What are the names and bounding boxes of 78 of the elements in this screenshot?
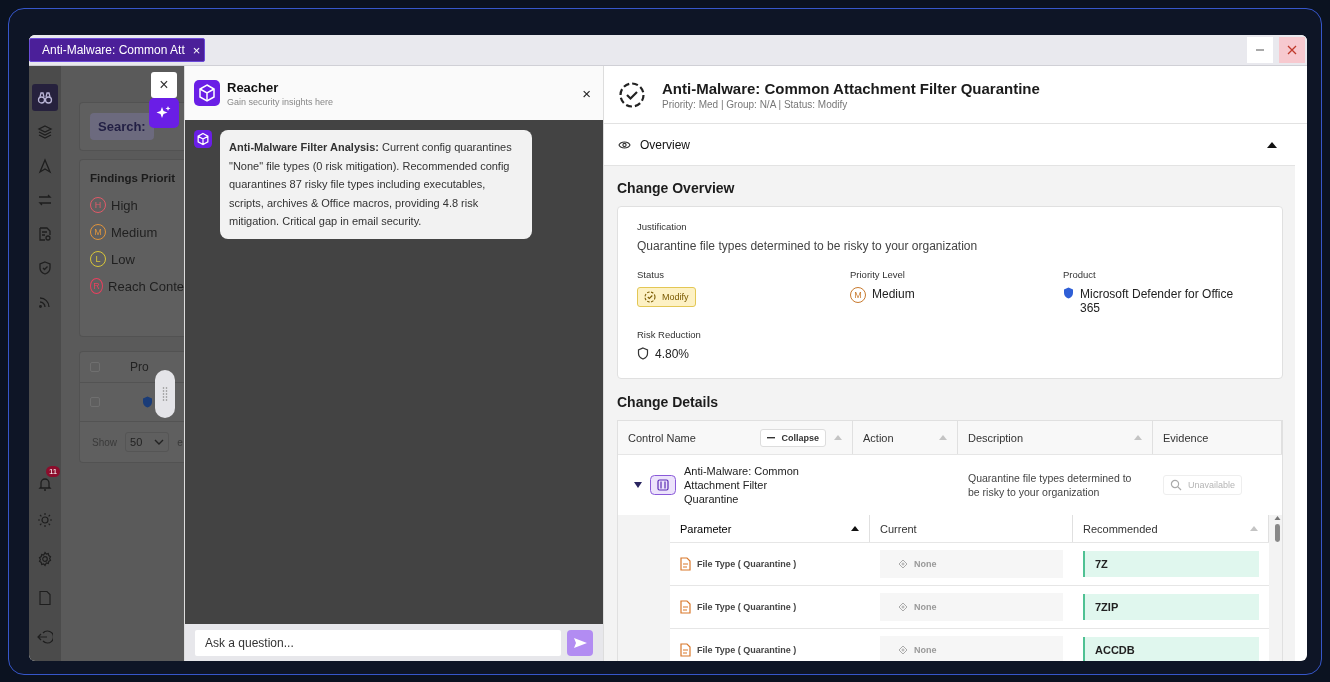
document-icon xyxy=(680,557,691,571)
eye-icon xyxy=(618,139,631,150)
collapse-button[interactable]: Collapse xyxy=(760,428,826,447)
product-value: Microsoft Defender for Office 365 xyxy=(1080,287,1235,315)
search-chip: Search: xyxy=(90,113,154,140)
parameter-name: File Type ( Quarantine ) xyxy=(697,645,797,655)
finding-title: Anti-Malware: Common Attachment Filter Quarantine xyxy=(662,79,1040,97)
priority-label: Medium xyxy=(111,224,158,240)
justification-text: Quarantine file types determined to be risky to your organization xyxy=(637,239,979,253)
send-button-icon[interactable] xyxy=(567,629,593,656)
file-icon[interactable] xyxy=(37,590,53,606)
status-badge: Modify xyxy=(637,287,696,307)
caret-icon[interactable] xyxy=(634,482,642,488)
tab-close-button[interactable]: × xyxy=(192,42,201,58)
current-value: None xyxy=(880,636,1063,661)
shield-icon xyxy=(142,396,153,408)
recommended-value: ACCDB xyxy=(1083,637,1260,661)
tab-title: Anti-Malware: Common Att xyxy=(42,43,185,57)
cube-logo-icon xyxy=(194,80,220,106)
priority-label: High xyxy=(111,197,138,213)
priority-label: Reach Conte xyxy=(108,278,184,294)
field-label: Status xyxy=(637,269,665,280)
chat-message: Anti-Malware Filter Analysis: Current config quarantines "None" file types (0 risk mitigation). Recommended config quarantines 87 risky file types including executables, scripts, archives & Office macros, providing 4.8 risk mitigation. Critical gap in email security. xyxy=(220,130,532,239)
column-header[interactable]: Recommended xyxy=(1073,515,1270,542)
risk-value: 4.80% xyxy=(655,347,690,361)
column-header[interactable]: Parameter xyxy=(670,515,870,542)
question-input[interactable]: Ask a question... xyxy=(195,629,561,656)
close-button[interactable]: × xyxy=(582,84,591,102)
sort-arrow-icon[interactable] xyxy=(851,526,859,531)
priority-label: Low xyxy=(111,251,135,267)
field-label: Priority Level xyxy=(850,269,906,280)
sun-icon[interactable] xyxy=(37,512,53,528)
cube-avatar-icon xyxy=(194,130,212,148)
notification-badge: 11 xyxy=(46,466,61,477)
field-label: Justification xyxy=(637,221,688,232)
diamond-icon xyxy=(898,645,908,655)
minimize-icon[interactable] xyxy=(1247,37,1273,63)
section-heading: Change Overview xyxy=(617,180,736,196)
close-icon[interactable] xyxy=(1279,37,1305,63)
minus-icon xyxy=(767,436,776,439)
sidebar-binoculars-icon[interactable] xyxy=(32,84,58,111)
shield-outline-icon xyxy=(637,347,649,360)
drag-handle-icon[interactable] xyxy=(155,370,175,418)
card-title: Findings Priorit xyxy=(90,172,176,184)
overview-section-header[interactable]: Overview xyxy=(604,124,1295,166)
recommended-value: 7Z xyxy=(1083,551,1260,577)
caret-icon xyxy=(1267,141,1277,148)
control-name: Anti-Malware: Common Attachment Filter Quarantine xyxy=(684,464,800,506)
document-icon xyxy=(680,600,691,614)
diamond-icon xyxy=(898,602,908,612)
shield-icon xyxy=(1063,287,1074,299)
panel-title: Reacher xyxy=(227,79,280,95)
document-icon xyxy=(680,643,691,657)
field-label: Product xyxy=(1063,269,1097,280)
current-value: None xyxy=(880,593,1063,621)
bell-icon[interactable] xyxy=(37,475,53,492)
close-button[interactable]: × xyxy=(151,72,177,98)
dashed-check-circle-icon xyxy=(618,80,646,109)
finding-subtitle: Priority: Med | Group: N/A | Status: Modify xyxy=(662,98,849,110)
description-text: Quarantine file types determined to be risky to your organization xyxy=(968,471,1133,499)
current-value: None xyxy=(880,550,1063,578)
section-heading: Change Details xyxy=(617,394,720,410)
search-icon xyxy=(1170,479,1182,491)
parameter-name: File Type ( Quarantine ) xyxy=(697,602,797,612)
field-label: Risk Reduction xyxy=(637,329,702,340)
column-header[interactable]: Current xyxy=(870,515,1073,542)
logout-icon[interactable] xyxy=(37,629,53,645)
chevron-down-icon xyxy=(154,438,165,446)
parameter-name: File Type ( Quarantine ) xyxy=(697,559,797,569)
diamond-icon xyxy=(898,559,908,569)
sliders-icon xyxy=(650,475,676,495)
document-tab[interactable]: Anti-Malware: Common Att × xyxy=(29,38,205,62)
settings-icon[interactable] xyxy=(37,551,53,567)
priority-value: Medium xyxy=(872,287,915,301)
sparkle-button-icon[interactable] xyxy=(149,98,179,128)
column-header: Pro xyxy=(130,360,149,374)
panel-subtitle: Gain security insights here xyxy=(227,96,335,107)
recommended-value: 7ZIP xyxy=(1083,594,1260,620)
